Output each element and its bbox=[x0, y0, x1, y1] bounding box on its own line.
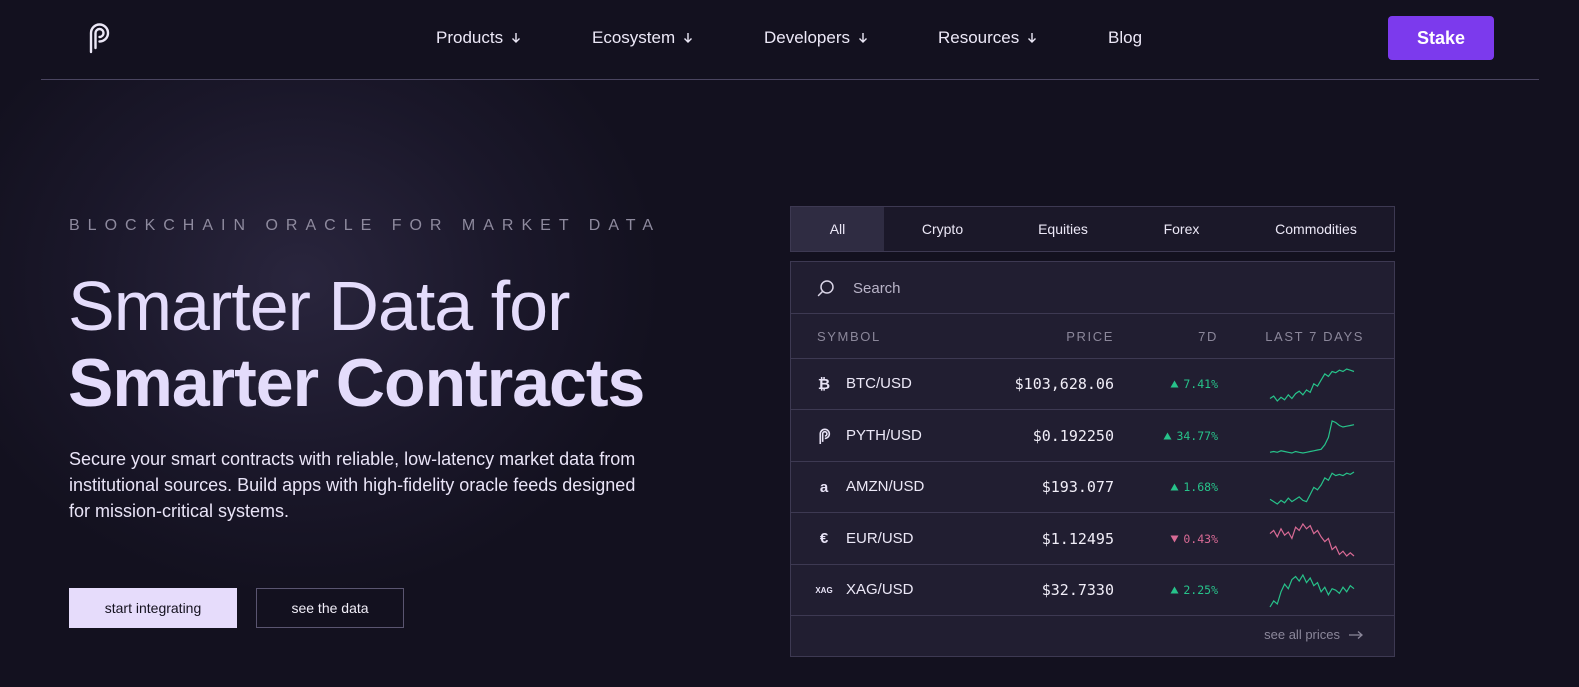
stake-button[interactable]: Stake bbox=[1388, 16, 1494, 60]
search-input[interactable] bbox=[853, 276, 1353, 300]
nav-item-developers[interactable]: Developers bbox=[764, 28, 868, 48]
row-price: $0.192250 bbox=[1032, 426, 1114, 445]
nav-item-ecosystem[interactable]: Ecosystem bbox=[592, 28, 693, 48]
row-symbol: AMZN/USD bbox=[846, 478, 925, 495]
chevron-down-icon bbox=[1028, 33, 1037, 43]
nav-item-label: Developers bbox=[764, 28, 850, 47]
triangle-up-icon bbox=[1170, 380, 1179, 388]
row-change-value: 7.41% bbox=[1183, 377, 1218, 391]
row-symbol: BTC/USD bbox=[846, 375, 912, 392]
row-change-value: 1.68% bbox=[1183, 480, 1218, 494]
amazon-icon: a bbox=[819, 478, 829, 496]
see-all-label: see all prices bbox=[1264, 627, 1340, 642]
row-change-value: 2.25% bbox=[1183, 583, 1218, 597]
nav-item-label: Products bbox=[436, 28, 504, 47]
tab-crypto[interactable]: Crypto bbox=[884, 207, 1001, 251]
sparkline-line bbox=[1269, 573, 1355, 608]
nav-item-resources[interactable]: Resources bbox=[938, 28, 1037, 48]
asset-class-tabs: All Crypto Equities Forex Commodities bbox=[790, 206, 1395, 252]
price-feed-table: SYMBOL PRICE 7D LAST 7 DAYS ₿ BTC/USD $103… bbox=[790, 261, 1395, 657]
row-price: $1.12495 bbox=[1041, 529, 1114, 548]
tab-all[interactable]: All bbox=[791, 207, 884, 251]
tab-forex[interactable]: Forex bbox=[1125, 207, 1238, 251]
row-change-value: 0.43% bbox=[1183, 531, 1218, 546]
hero-eyebrow: BLOCKCHAIN ORACLE FOR MARKET DATA bbox=[69, 217, 662, 234]
search-icon bbox=[817, 280, 834, 297]
table-row[interactable]: a AMZN/USD $193.077 1.68% bbox=[791, 462, 1394, 513]
pyth-icon bbox=[815, 426, 833, 446]
sparkline-chart bbox=[1269, 368, 1355, 402]
nav-divider bbox=[41, 79, 1539, 80]
row-change: 34.77% bbox=[1163, 429, 1218, 443]
sparkline-chart bbox=[1269, 419, 1355, 454]
nav-item-label: Ecosystem bbox=[592, 28, 676, 47]
tab-equities[interactable]: Equities bbox=[1001, 207, 1125, 251]
hero-title-line1: Smarter Data for bbox=[68, 267, 570, 345]
hero-title-line2: Smarter Contracts bbox=[68, 345, 645, 421]
xag-icon: XAG bbox=[815, 585, 833, 595]
table-row[interactable]: PYTH/USD $0.192250 34.77% bbox=[791, 411, 1394, 462]
row-price: $193.077 bbox=[1041, 478, 1114, 496]
row-price: $32.7330 bbox=[1041, 581, 1114, 599]
nav-item-products[interactable]: Products bbox=[436, 28, 521, 48]
column-last-7-days: LAST 7 DAYS bbox=[1265, 329, 1364, 344]
sparkline-line bbox=[1269, 522, 1355, 557]
chevron-down-icon bbox=[684, 33, 693, 43]
arrow-right-icon bbox=[1349, 630, 1363, 639]
row-symbol: EUR/USD bbox=[846, 529, 914, 547]
sparkline-line bbox=[1269, 368, 1355, 402]
sparkline-chart bbox=[1269, 522, 1355, 557]
column-7d[interactable]: 7D bbox=[1198, 329, 1218, 344]
sparkline-chart bbox=[1269, 471, 1355, 505]
row-change: 7.41% bbox=[1170, 377, 1218, 391]
row-change: 1.68% bbox=[1170, 480, 1218, 494]
column-symbol[interactable]: SYMBOL bbox=[817, 329, 881, 344]
column-price[interactable]: PRICE bbox=[1066, 329, 1114, 344]
top-nav: Products Ecosystem Developers Resources … bbox=[0, 0, 1579, 80]
triangle-up-icon bbox=[1170, 586, 1179, 594]
row-price: $103,628.06 bbox=[1014, 375, 1114, 393]
see-the-data-button[interactable]: see the data bbox=[256, 588, 404, 628]
nav-item-label: Resources bbox=[938, 28, 1020, 47]
bitcoin-icon: ₿ bbox=[817, 375, 831, 393]
pyth-logo-icon[interactable] bbox=[83, 20, 113, 54]
sparkline-line bbox=[1269, 471, 1355, 505]
hero-description: Secure your smart contracts with reliabl… bbox=[69, 449, 636, 521]
search-bar bbox=[791, 262, 1394, 314]
row-symbol: PYTH/USD bbox=[846, 426, 922, 444]
sparkline-line bbox=[1269, 419, 1355, 454]
triangle-up-icon bbox=[1170, 483, 1179, 491]
row-change: 2.25% bbox=[1170, 583, 1218, 597]
row-change: 0.43% bbox=[1170, 532, 1218, 546]
chevron-down-icon bbox=[859, 33, 867, 43]
see-all-prices-link[interactable]: see all prices bbox=[1264, 627, 1364, 642]
chevron-down-icon bbox=[512, 33, 521, 43]
row-change-value: 34.77% bbox=[1176, 428, 1218, 443]
table-row[interactable]: ₿ BTC/USD $103,628.06 7.41% bbox=[791, 359, 1394, 410]
triangle-down-icon bbox=[1170, 535, 1179, 542]
start-integrating-button[interactable]: start integrating bbox=[69, 588, 237, 628]
table-row[interactable]: € EUR/USD $1.12495 0.43% bbox=[791, 514, 1394, 565]
euro-icon: € bbox=[819, 530, 829, 547]
triangle-up-icon bbox=[1163, 432, 1172, 439]
row-symbol: XAG/USD bbox=[846, 581, 914, 598]
nav-item-blog[interactable]: Blog bbox=[1108, 28, 1142, 48]
tab-commodities[interactable]: Commodities bbox=[1238, 207, 1394, 251]
nav-item-label: Blog bbox=[1108, 28, 1143, 47]
table-header: SYMBOL PRICE 7D LAST 7 DAYS bbox=[791, 314, 1394, 359]
sparkline-chart bbox=[1269, 573, 1355, 608]
table-row[interactable]: XAG XAG/USD $32.7330 2.25% bbox=[791, 565, 1394, 616]
